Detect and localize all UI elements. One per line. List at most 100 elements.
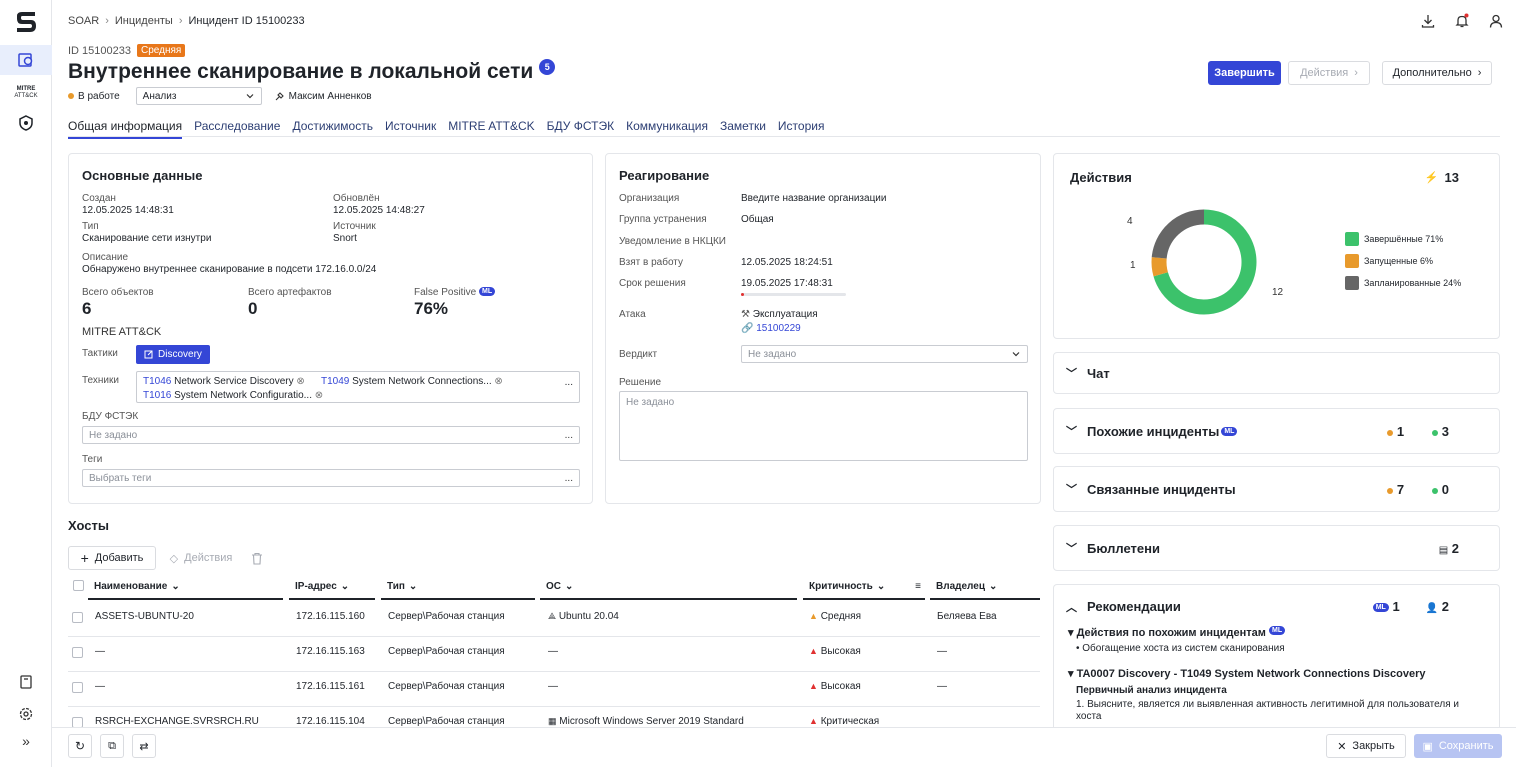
incident-id-line: ID 15100233 Средняя (68, 44, 186, 57)
recs-sub1[interactable]: ▾ Действия по похожим инцидентам ML (1068, 626, 1286, 639)
copy-button[interactable]: ⧉ (100, 734, 124, 758)
col-name-header[interactable]: Наименование ⌄ (88, 574, 283, 600)
select-all-checkbox[interactable] (73, 580, 84, 591)
breadcrumb-soar[interactable]: SOAR (68, 15, 99, 27)
similar-incidents-accordion[interactable]: ﹀ Похожие инциденты ML 1 3 (1053, 408, 1500, 454)
finish-button[interactable]: Завершить (1208, 61, 1281, 85)
bulletins-count: ▤ 2 (1439, 541, 1459, 556)
tags-field[interactable]: Выбрать теги... (82, 469, 580, 487)
add-host-button[interactable]: + Добавить (68, 546, 156, 570)
bdu-field[interactable]: Не задано... (82, 426, 580, 444)
host-criticality-text: Высокая (820, 681, 861, 692)
techniques-field[interactable]: T1046 Network Service Discovery ⊗ T1049 … (136, 371, 580, 403)
chevron-right-icon: › (1477, 67, 1482, 79)
green-dot (1432, 487, 1439, 494)
recs-ml-count-value: 1 (1392, 599, 1400, 614)
remove-tag-icon[interactable]: ⊗ (494, 376, 502, 387)
host-actions-button[interactable]: ◇ Действия (162, 546, 240, 570)
bell-icon[interactable] (1454, 13, 1470, 29)
orange-dot (1387, 429, 1394, 436)
breadcrumb-incidents[interactable]: Инциденты (115, 15, 173, 27)
row-checkbox[interactable] (72, 612, 83, 623)
host-criticality: ▲ Средняя (809, 611, 861, 622)
created-label: Создан (82, 193, 116, 204)
sort-icon[interactable]: ≡ (915, 581, 921, 592)
host-os: ▦ Microsoft Windows Server 2019 Standard (548, 716, 744, 727)
remove-tag-icon[interactable]: ⊗ (315, 390, 323, 401)
recommendations-accordion: ︿ Рекомендации ML 1 👤 2 ▾ Действия по пох… (1053, 584, 1500, 727)
host-name[interactable]: RSRCH-EXCHANGE.SVRSRCH.RU (95, 716, 259, 727)
host-name[interactable]: — (95, 646, 105, 657)
settings-gear-icon[interactable] (0, 699, 52, 729)
col-criticality-header[interactable]: Критичность ⌄ ≡ (803, 574, 925, 600)
attack-link[interactable]: 🔗 15100229 (741, 323, 801, 334)
row-checkbox[interactable] (72, 647, 83, 658)
refresh-button[interactable]: ↻ (68, 734, 92, 758)
expand-rail-icon[interactable]: » (0, 726, 52, 756)
swap-button[interactable]: ⇄ (132, 734, 156, 758)
col-criticality-label: Критичность (809, 580, 873, 592)
artifacts-label: Всего артефактов (248, 287, 332, 298)
save-button[interactable]: ▣ Сохранить (1414, 734, 1502, 758)
chevron-down-icon: ⌄ (340, 580, 350, 592)
download-icon[interactable] (1420, 13, 1436, 29)
col-os-header[interactable]: ОС ⌄ (540, 574, 797, 600)
host-name[interactable]: — (95, 681, 105, 692)
recs-accordion-header[interactable]: ︿ Рекомендации (1066, 599, 1181, 615)
warning-icon: ▲ (809, 611, 818, 621)
description-label: Описание (82, 252, 129, 263)
attack-label: Атака (619, 309, 646, 320)
more-button[interactable]: Дополнительно › (1382, 61, 1492, 85)
similar-orange-count: 1 (1387, 424, 1404, 439)
donut-slice-running (1151, 257, 1169, 277)
technique-t1016[interactable]: T1016 System Network Configuratio... ⊗ (143, 390, 323, 401)
nav-mitre-label-2: ATT&CK (14, 93, 38, 99)
bulletins-accordion[interactable]: ﹀ Бюллетени ▤ 2 (1053, 525, 1500, 571)
actions-button-label: Действия (1300, 67, 1349, 79)
host-name[interactable]: ASSETS-UBUNTU-20 (95, 611, 194, 622)
tags-more[interactable]: ... (565, 473, 573, 484)
book-icon[interactable] (0, 667, 52, 697)
app-logo-icon[interactable] (13, 10, 39, 36)
col-ip-label: IP-адрес (295, 580, 337, 592)
close-button[interactable]: ✕ Закрыть (1326, 734, 1406, 758)
row-checkbox[interactable] (72, 682, 83, 693)
recs-title: Рекомендации (1087, 599, 1181, 614)
user-icon: 👤 (1425, 603, 1439, 614)
legend-item: Завершённые 71% (1345, 232, 1461, 246)
legend-label: Запущенные 6% (1364, 256, 1434, 266)
technique-t1049[interactable]: T1049 System Network Connections... ⊗ (321, 376, 503, 387)
bdu-more[interactable]: ... (565, 430, 573, 441)
plus-icon: + (80, 550, 89, 566)
host-owner: — (937, 646, 947, 657)
stage-select[interactable]: Анализ (135, 87, 262, 105)
nav-threats-icon[interactable] (0, 108, 52, 138)
donut-label-running: 1 (1130, 260, 1136, 271)
actions-button[interactable]: Действия › (1288, 61, 1370, 85)
col-type-header[interactable]: Тип ⌄ (381, 574, 535, 600)
verdict-select[interactable]: Не задано (741, 345, 1028, 363)
tags-placeholder: Выбрать теги (89, 472, 152, 484)
technique-t1049-name: System Network Connections... (352, 376, 492, 387)
remove-tag-icon[interactable]: ⊗ (296, 376, 304, 387)
delete-host-button[interactable] (246, 546, 268, 570)
techniques-more[interactable]: ... (565, 377, 573, 388)
similar-orange-value: 1 (1396, 424, 1405, 439)
col-owner-header[interactable]: Владелец ⌄ (930, 574, 1040, 600)
nav-incidents-icon[interactable] (0, 45, 52, 75)
technique-t1046[interactable]: T1046 Network Service Discovery ⊗ (143, 376, 305, 387)
recs-sub2[interactable]: ▾ TA0007 Discovery - T1049 System Networ… (1068, 667, 1425, 680)
assignee-icon (275, 91, 284, 100)
nav-mitre[interactable]: MITRE ATT&CK (0, 78, 52, 108)
tactic-discovery-tag[interactable]: Discovery (136, 345, 210, 364)
org-value[interactable]: Введите название организации (741, 193, 886, 204)
chat-accordion[interactable]: ﹀ Чат (1053, 352, 1500, 394)
related-incidents-accordion[interactable]: ﹀ Связанные инциденты 7 0 (1053, 466, 1500, 512)
user-profile-icon[interactable] (1488, 13, 1504, 29)
status-text: В работе (78, 90, 120, 102)
group-value[interactable]: Общая (741, 214, 774, 225)
assignee-name[interactable]: Максим Анненков (289, 91, 372, 102)
solution-textarea[interactable]: Не задано (619, 391, 1028, 461)
donut-legend: Завершённые 71% Запущенные 6% Запланиров… (1345, 232, 1461, 290)
col-ip-header[interactable]: IP-адрес ⌄ (289, 574, 375, 600)
